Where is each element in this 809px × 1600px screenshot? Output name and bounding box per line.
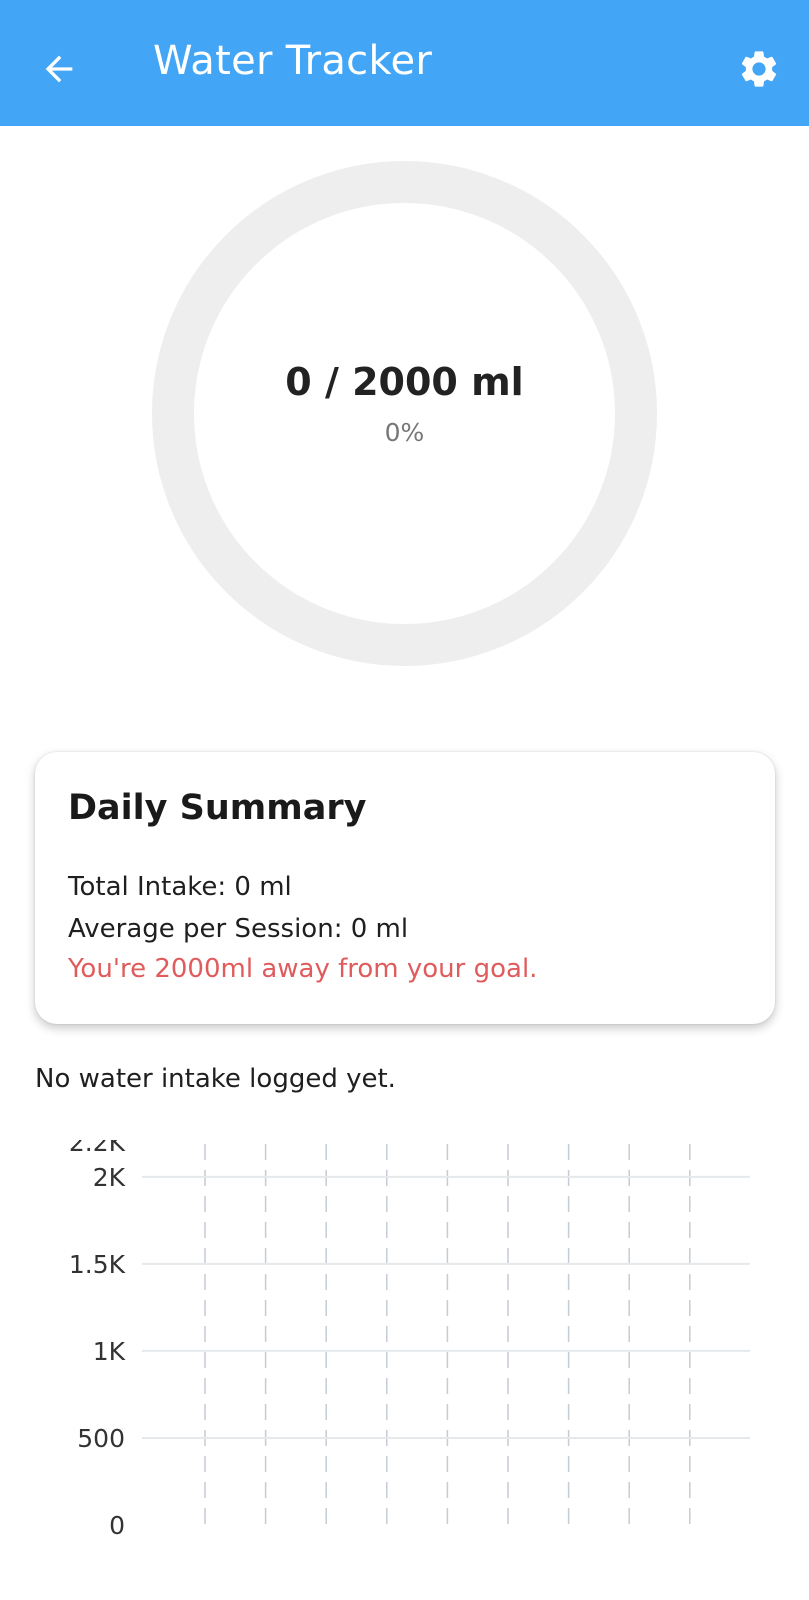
chart-y-tick-label: 2.2K: [69, 1140, 126, 1157]
goal-message: You're 2000ml away from your goal.: [68, 954, 538, 984]
chart-y-tick-label: 1.5K: [69, 1250, 126, 1279]
chart-y-tick-label: 2K: [93, 1163, 126, 1192]
daily-summary-card: Daily Summary Total Intake: 0 ml Average…: [35, 752, 775, 1024]
back-button[interactable]: [30, 40, 88, 98]
gear-icon: [741, 51, 777, 87]
arrow-left-icon: [45, 55, 73, 83]
app-bar: Water Tracker: [0, 0, 809, 126]
summary-title: Daily Summary: [68, 788, 367, 828]
empty-history-message: No water intake logged yet.: [35, 1064, 396, 1094]
intake-chart: 0 500 1K 1.5K 2K 2.2K: [69, 1140, 750, 1540]
progress-percent: 0%: [384, 418, 425, 447]
chart-y-tick-label: 0: [109, 1511, 125, 1540]
page-title: Water Tracker: [153, 38, 433, 84]
total-intake-text: Total Intake: 0 ml: [68, 872, 292, 902]
progress-value: 0 / 2000 ml: [285, 360, 524, 404]
chart-y-tick-label: 500: [77, 1424, 125, 1453]
average-session-text: Average per Session: 0 ml: [68, 914, 409, 944]
progress-readout: 0 / 2000 ml 0%: [152, 360, 657, 447]
settings-button[interactable]: [730, 44, 788, 94]
chart-y-tick-label: 1K: [93, 1337, 126, 1366]
